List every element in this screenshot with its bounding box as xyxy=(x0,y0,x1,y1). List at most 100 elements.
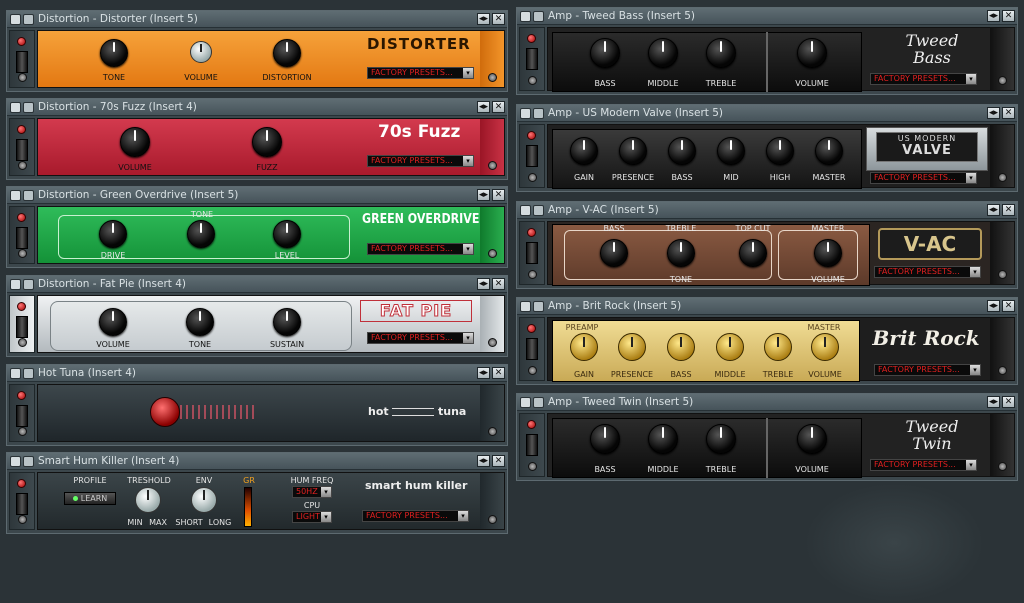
close-icon[interactable]: ✕ xyxy=(1002,107,1015,119)
arrows-icon[interactable]: ◂▸ xyxy=(477,189,490,201)
master-knob[interactable] xyxy=(815,137,843,165)
cpu-dropdown[interactable]: LIGHT ▾ xyxy=(292,511,332,523)
tone-knob[interactable] xyxy=(187,220,215,248)
arrows-icon[interactable]: ◂▸ xyxy=(477,278,490,290)
power-led-icon[interactable] xyxy=(17,302,26,311)
hum-freq-dropdown[interactable]: 50HZ ▾ xyxy=(292,486,332,498)
title-bar[interactable]: Amp - Tweed Bass (Insert 5) ◂▸ ✕ xyxy=(517,8,1017,25)
power-led-icon[interactable] xyxy=(527,228,536,237)
middle-knob[interactable] xyxy=(648,424,678,454)
bypass-switch-icon[interactable] xyxy=(526,145,538,167)
plugin-icon[interactable] xyxy=(10,14,21,25)
plugin-icon[interactable] xyxy=(10,190,21,201)
arrows-icon[interactable]: ◂▸ xyxy=(477,13,490,25)
top-cut-knob[interactable] xyxy=(739,239,767,267)
power-led-icon[interactable] xyxy=(17,37,26,46)
bypass-switch-icon[interactable] xyxy=(526,242,538,264)
bypass-switch-icon[interactable] xyxy=(16,405,28,427)
menu-icon[interactable] xyxy=(23,190,34,201)
menu-icon[interactable] xyxy=(533,108,544,119)
plugin-icon[interactable] xyxy=(10,102,21,113)
factory-presets-dropdown[interactable]: FACTORY PRESETS... ▾ xyxy=(870,73,977,85)
arrows-icon[interactable]: ◂▸ xyxy=(477,101,490,113)
title-bar[interactable]: Distortion - Fat Pie (Insert 4) ◂▸ ✕ xyxy=(7,276,507,293)
bypass-switch-icon[interactable] xyxy=(16,493,28,515)
title-bar[interactable]: Hot Tuna (Insert 4) ◂▸ ✕ xyxy=(7,365,507,382)
arrows-icon[interactable]: ◂▸ xyxy=(987,204,1000,216)
high-knob[interactable] xyxy=(766,137,794,165)
title-bar[interactable]: Amp - US Modern Valve (Insert 5) ◂▸ ✕ xyxy=(517,105,1017,122)
bypass-switch-icon[interactable] xyxy=(16,227,28,249)
middle-knob[interactable] xyxy=(648,38,678,68)
arrows-icon[interactable]: ◂▸ xyxy=(987,396,1000,408)
power-led-icon[interactable] xyxy=(527,131,536,140)
menu-icon[interactable] xyxy=(23,279,34,290)
arrows-icon[interactable]: ◂▸ xyxy=(987,10,1000,22)
volume-knob[interactable] xyxy=(120,127,150,157)
volume-knob[interactable] xyxy=(99,308,127,336)
drive-knob[interactable] xyxy=(99,220,127,248)
factory-presets-dropdown[interactable]: FACTORY PRESETS... ▾ xyxy=(874,364,981,376)
close-icon[interactable]: ✕ xyxy=(492,13,505,25)
arrows-icon[interactable]: ◂▸ xyxy=(477,367,490,379)
factory-presets-dropdown[interactable]: FACTORY PRESETS... ▾ xyxy=(362,510,469,522)
volume-knob[interactable] xyxy=(797,38,827,68)
plugin-icon[interactable] xyxy=(520,397,531,408)
distortion-knob[interactable] xyxy=(273,39,301,67)
close-icon[interactable]: ✕ xyxy=(492,455,505,467)
factory-presets-dropdown[interactable]: FACTORY PRESETS... ▾ xyxy=(367,155,474,167)
plugin-icon[interactable] xyxy=(10,279,21,290)
presence-knob[interactable] xyxy=(619,137,647,165)
plugin-icon[interactable] xyxy=(520,108,531,119)
plugin-icon[interactable] xyxy=(520,301,531,312)
mid-knob[interactable] xyxy=(717,137,745,165)
tone-knob[interactable] xyxy=(186,308,214,336)
menu-icon[interactable] xyxy=(533,205,544,216)
factory-presets-dropdown[interactable]: FACTORY PRESETS... ▾ xyxy=(367,67,474,79)
factory-presets-dropdown[interactable]: FACTORY PRESETS... ▾ xyxy=(367,332,474,344)
menu-icon[interactable] xyxy=(533,11,544,22)
bypass-switch-icon[interactable] xyxy=(16,51,28,73)
bypass-switch-icon[interactable] xyxy=(526,48,538,70)
sustain-knob[interactable] xyxy=(273,308,301,336)
volume-knob[interactable] xyxy=(797,424,827,454)
arrows-icon[interactable]: ◂▸ xyxy=(477,455,490,467)
plugin-icon[interactable] xyxy=(520,205,531,216)
middle-knob[interactable] xyxy=(716,333,744,361)
close-icon[interactable]: ✕ xyxy=(1002,10,1015,22)
title-bar[interactable]: Amp - V-AC (Insert 5) ◂▸ ✕ xyxy=(517,202,1017,219)
treble-knob[interactable] xyxy=(706,424,736,454)
factory-presets-dropdown[interactable]: FACTORY PRESETS... ▾ xyxy=(870,459,977,471)
plugin-icon[interactable] xyxy=(10,368,21,379)
gain-knob[interactable] xyxy=(570,137,598,165)
bypass-switch-icon[interactable] xyxy=(16,316,28,338)
menu-icon[interactable] xyxy=(533,301,544,312)
arrows-icon[interactable]: ◂▸ xyxy=(987,107,1000,119)
gain-knob[interactable] xyxy=(570,333,598,361)
title-bar[interactable]: Distortion - Distorter (Insert 5) ◂▸ ✕ xyxy=(7,11,507,28)
treble-knob[interactable] xyxy=(667,239,695,267)
close-icon[interactable]: ✕ xyxy=(492,278,505,290)
master-knob[interactable] xyxy=(814,239,842,267)
power-led-icon[interactable] xyxy=(17,125,26,134)
close-icon[interactable]: ✕ xyxy=(1002,204,1015,216)
menu-icon[interactable] xyxy=(23,14,34,25)
volume-knob[interactable] xyxy=(811,333,839,361)
bypass-switch-icon[interactable] xyxy=(526,338,538,360)
menu-icon[interactable] xyxy=(533,397,544,408)
treble-knob[interactable] xyxy=(764,333,792,361)
tone-knob[interactable] xyxy=(100,39,128,67)
plugin-icon[interactable] xyxy=(10,456,21,467)
title-bar[interactable]: Amp - Brit Rock (Insert 5) ◂▸ ✕ xyxy=(517,298,1017,315)
title-bar[interactable]: Smart Hum Killer (Insert 4) ◂▸ ✕ xyxy=(7,453,507,470)
title-bar[interactable]: Amp - Tweed Twin (Insert 5) ◂▸ ✕ xyxy=(517,394,1017,411)
bass-knob[interactable] xyxy=(668,137,696,165)
title-bar[interactable]: Distortion - Green Overdrive (Insert 5) … xyxy=(7,187,507,204)
treble-knob[interactable] xyxy=(706,38,736,68)
bypass-switch-icon[interactable] xyxy=(16,139,28,161)
factory-presets-dropdown[interactable]: FACTORY PRESETS... ▾ xyxy=(367,243,474,255)
power-led-icon[interactable] xyxy=(527,324,536,333)
pitch-knob[interactable] xyxy=(150,397,180,427)
arrows-icon[interactable]: ◂▸ xyxy=(987,300,1000,312)
close-icon[interactable]: ✕ xyxy=(1002,300,1015,312)
